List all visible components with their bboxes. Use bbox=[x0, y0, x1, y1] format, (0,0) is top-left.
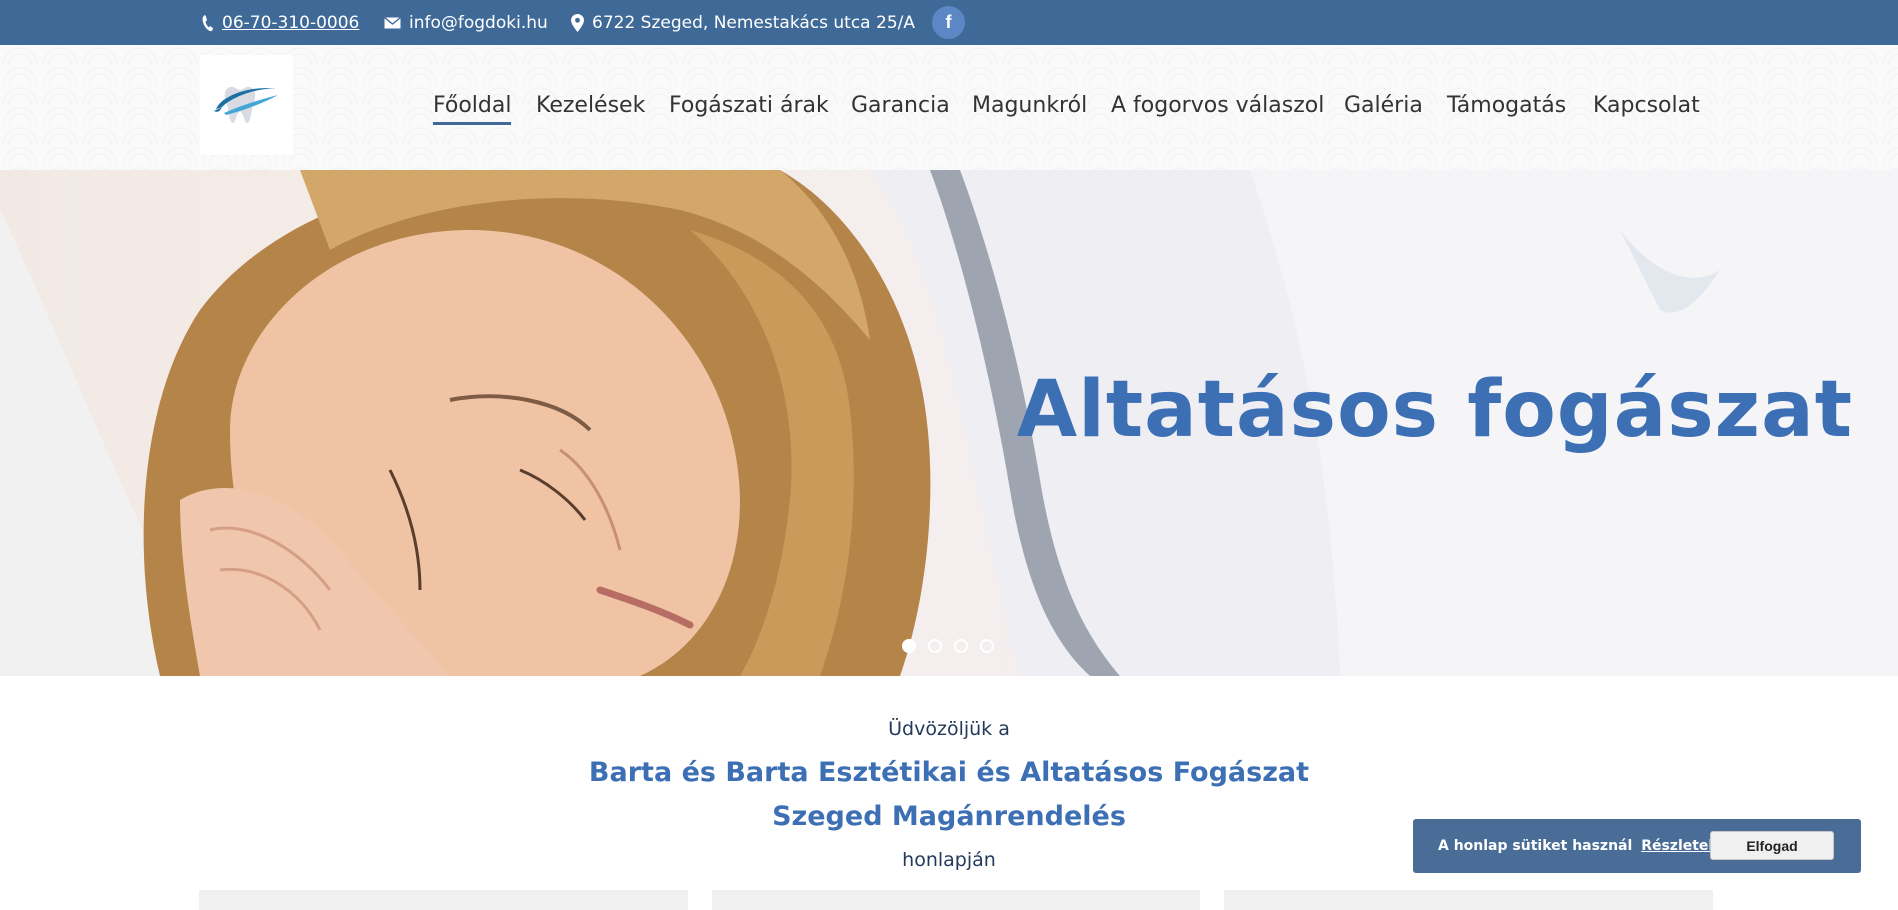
nav-item-garancia[interactable]: Garancia bbox=[851, 93, 950, 122]
phone-link[interactable]: 06-70-310-0006 bbox=[202, 0, 359, 45]
welcome-text: Üdvözöljük a bbox=[888, 718, 1010, 740]
slider-dot-3[interactable] bbox=[954, 639, 968, 653]
phone-icon bbox=[202, 14, 213, 31]
slider-dot-1[interactable] bbox=[902, 639, 916, 653]
nav-item-kapcsolat[interactable]: Kapcsolat bbox=[1593, 93, 1700, 122]
address-text: 6722 Szeged, Nemestakács utca 25/A bbox=[592, 12, 915, 33]
nav-item-tamogatas[interactable]: Támogatás bbox=[1447, 93, 1566, 122]
feature-card-2 bbox=[712, 890, 1200, 910]
site-logo[interactable] bbox=[200, 55, 293, 155]
nav-item-galeria[interactable]: Galéria bbox=[1344, 93, 1423, 122]
hero-title: Altatásos fogászat bbox=[1016, 365, 1853, 455]
cookie-details-link[interactable]: Részletek bbox=[1641, 838, 1718, 854]
tooth-logo-icon bbox=[213, 86, 278, 123]
location-pin-icon bbox=[571, 13, 584, 32]
slider-dots bbox=[902, 639, 994, 653]
hero-slider[interactable]: Altatásos fogászat bbox=[0, 170, 1898, 676]
facebook-label: f bbox=[945, 12, 952, 32]
cookie-accept-button[interactable]: Elfogad bbox=[1710, 831, 1834, 860]
site-header: Főoldal Kezelések Fogászati árak Garanci… bbox=[0, 45, 1898, 170]
slider-dot-2[interactable] bbox=[928, 639, 942, 653]
facebook-icon[interactable]: f bbox=[932, 6, 965, 39]
top-contact-bar: 06-70-310-0006 info@fogdoki.hu 6722 Szeg… bbox=[0, 0, 1898, 45]
address: 6722 Szeged, Nemestakács utca 25/A bbox=[571, 0, 915, 45]
phone-number: 06-70-310-0006 bbox=[222, 12, 360, 33]
email-address: info@fogdoki.hu bbox=[409, 12, 548, 33]
cookie-message: A honlap sütiket használ bbox=[1438, 838, 1633, 854]
nav-item-magunkrol[interactable]: Magunkról bbox=[972, 93, 1087, 122]
clinic-name-line1: Barta és Barta Esztétikai és Altatásos F… bbox=[588, 757, 1310, 788]
feature-card-1 bbox=[199, 890, 688, 910]
nav-item-kezelesek[interactable]: Kezelések bbox=[536, 93, 645, 122]
nav-item-fooldal[interactable]: Főoldal bbox=[433, 93, 512, 125]
slider-dot-4[interactable] bbox=[980, 639, 994, 653]
nav-item-fogaszati-arak[interactable]: Fogászati árak bbox=[669, 93, 829, 122]
cookie-banner: A honlap sütiket használ Részletek Elfog… bbox=[1413, 819, 1861, 873]
email-link[interactable]: info@fogdoki.hu bbox=[384, 0, 548, 45]
nav-item-fogorvos-valaszol[interactable]: A fogorvos válaszol bbox=[1111, 93, 1324, 122]
feature-card-3 bbox=[1224, 890, 1713, 910]
cookie-text: A honlap sütiket használ Részletek bbox=[1438, 838, 1718, 854]
mail-icon bbox=[384, 16, 401, 28]
